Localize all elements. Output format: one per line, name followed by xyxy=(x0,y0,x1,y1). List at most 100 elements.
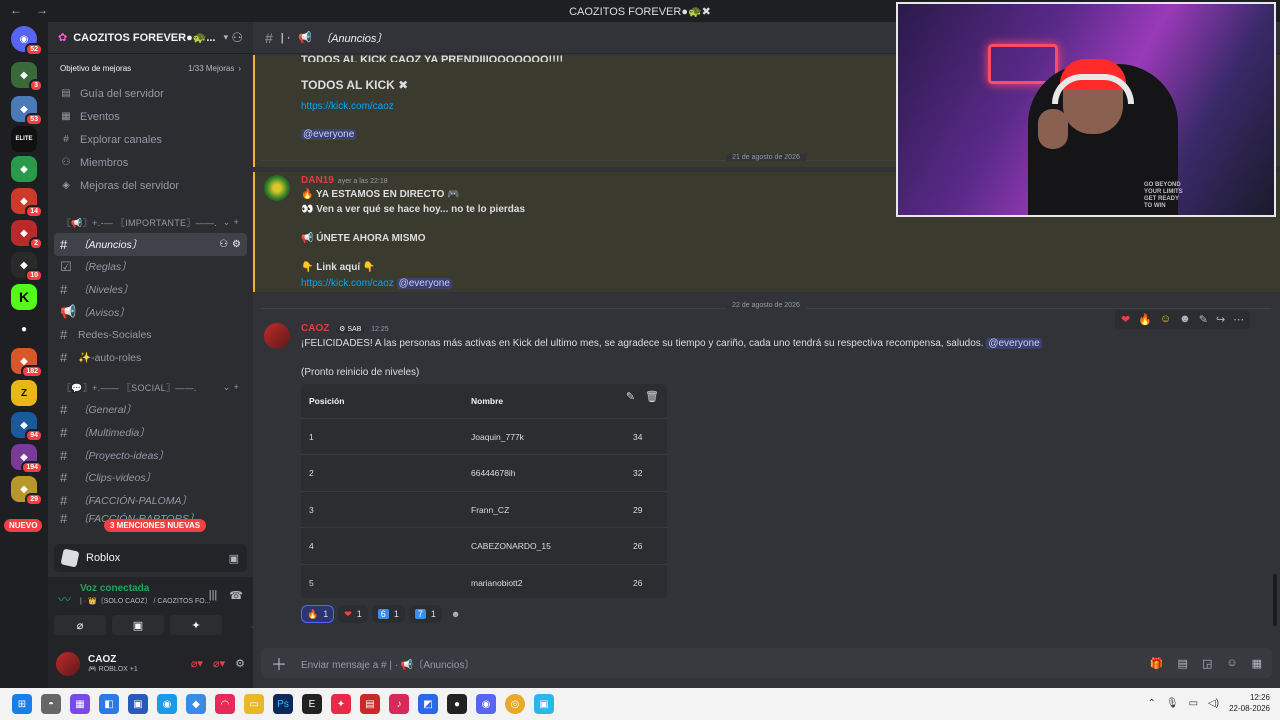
nav-members[interactable]: ⚇ Miembros xyxy=(48,151,253,174)
edit-icon[interactable]: ✎ xyxy=(1199,313,1208,326)
server-icon[interactable]: ELITE xyxy=(11,126,37,152)
channel-avisos[interactable]: 📢 〔Avisos〕 xyxy=(54,301,247,324)
screen-share-button[interactable]: ▣ xyxy=(112,615,164,635)
reaction-six[interactable]: 61 xyxy=(371,605,405,623)
kick-link[interactable]: https://kick.com/caoz xyxy=(301,278,394,289)
fire-reaction-icon[interactable]: 🔥 xyxy=(1138,313,1152,326)
mic-muted-icon[interactable]: ⌀▾ xyxy=(191,657,203,670)
sticker-icon[interactable]: ◲ xyxy=(1202,657,1212,670)
server-icon[interactable]: Z xyxy=(11,380,37,406)
forward-icon[interactable]: ↪ xyxy=(1216,313,1225,326)
file-explorer-icon[interactable]: ▭ xyxy=(244,694,264,714)
mouse-app-icon[interactable]: ◓ xyxy=(41,694,61,714)
author-name[interactable]: CAOZ xyxy=(301,323,329,334)
app-icon[interactable]: ◧ xyxy=(99,694,119,714)
category-important[interactable]: 〖📢〗+.-— 〖IMPORTANTE〗——. ⌄ + xyxy=(48,211,253,233)
channel-clips-videos[interactable]: # 〔Clips-videos〕 xyxy=(54,466,247,489)
chrome-icon[interactable]: ◎ xyxy=(505,694,525,714)
reaction-heart[interactable]: ❤ 1 xyxy=(338,605,368,623)
avatar[interactable] xyxy=(264,323,290,349)
channel-reglas[interactable]: ☑ 〔Reglas〕 xyxy=(54,256,247,279)
kick-server-icon[interactable]: K xyxy=(11,284,37,310)
server-icon[interactable]: ◆ 194 xyxy=(11,444,43,474)
volume-icon[interactable]: ◁) xyxy=(1208,698,1219,709)
add-reaction-button[interactable]: ☻ xyxy=(446,605,465,623)
more-icon[interactable]: ⋯ xyxy=(1233,313,1244,326)
github-icon[interactable]: ● xyxy=(447,694,467,714)
nav-browse-channels[interactable]: # Explorar canales xyxy=(48,128,253,151)
nav-server-boosts[interactable]: ◈ Mejoras del servidor xyxy=(48,174,253,197)
headset-app-icon[interactable]: ◠ xyxy=(215,694,235,714)
app-icon[interactable]: ◉ xyxy=(157,694,177,714)
headphones-muted-icon[interactable]: ⌀▾ xyxy=(213,657,225,670)
channel-anuncios[interactable]: # 〔Anuncios〕 ⚇ ⚙ xyxy=(54,233,247,256)
edit-icon[interactable]: ✎ xyxy=(626,390,635,403)
windows-start-icon[interactable]: ⊞ xyxy=(12,694,32,714)
add-channel-icon[interactable]: ⌄ + xyxy=(223,382,239,393)
server-icon[interactable]: ◆ 3 xyxy=(11,62,43,92)
channel-proyecto-ideas[interactable]: # 〔Proyecto-ideas〕 xyxy=(54,444,247,467)
app-icon[interactable]: ▣ xyxy=(534,694,554,714)
gift-icon[interactable]: 🎁 xyxy=(1150,657,1164,670)
invite-icon[interactable]: ⚇ xyxy=(231,30,243,46)
channel-niveles[interactable]: # 〔Niveles〕 xyxy=(54,278,247,301)
forward-arrow-icon[interactable]: → xyxy=(36,3,48,17)
gear-icon[interactable]: ⚙ xyxy=(235,657,245,670)
apps-icon[interactable]: ▦ xyxy=(1252,657,1262,670)
laugh-reaction-icon[interactable]: ☺ xyxy=(1160,313,1171,326)
server-icon[interactable]: ◆ 94 xyxy=(11,412,43,442)
server-icon[interactable]: ◆ 2 xyxy=(11,220,43,250)
trash-icon[interactable]: 🗑 xyxy=(645,390,659,403)
emoji-icon[interactable]: ☺ xyxy=(1226,657,1237,670)
server-icon[interactable]: ● xyxy=(11,316,37,342)
kick-link[interactable]: https://kick.com/caoz xyxy=(301,101,394,112)
reaction-seven[interactable]: 71 xyxy=(408,605,442,623)
category-social[interactable]: 〖💬〗+.—— 〖SOCIAL〗——. ⌄ + xyxy=(48,377,253,399)
new-mentions-pill[interactable]: 3 MENCIONES NUEVAS xyxy=(104,519,207,532)
channel-general[interactable]: # 〔General〕 xyxy=(54,399,247,422)
add-channel-icon[interactable]: ⌄ + xyxy=(223,217,239,228)
gif-icon[interactable]: ▤ xyxy=(1178,657,1188,670)
noise-suppression-icon[interactable]: ||| xyxy=(209,589,218,602)
boost-goal[interactable]: Objetivo de mejoras 1/33 Mejoras › xyxy=(56,60,245,76)
scrollbar[interactable] xyxy=(1273,574,1277,626)
app-icon[interactable]: ◆ xyxy=(186,694,206,714)
avatar[interactable] xyxy=(56,651,80,676)
channel-faccion-paloma[interactable]: # 〔FACCIÓN-PALOMA〕 xyxy=(54,489,247,512)
server-icon[interactable]: ◆ 29 xyxy=(11,476,43,506)
tiktok-icon[interactable]: ♪ xyxy=(389,694,409,714)
heart-reaction-icon[interactable]: ❤ xyxy=(1121,313,1130,326)
server-icon[interactable]: ◆ 53 xyxy=(11,96,43,126)
back-arrow-icon[interactable]: ← xyxy=(10,3,22,17)
camera-off-button[interactable]: ⌀ xyxy=(54,615,106,635)
screen-share-icon[interactable]: ▣ xyxy=(229,552,239,565)
reaction-fire[interactable]: 🔥 1 xyxy=(301,605,335,623)
avatar[interactable] xyxy=(264,175,290,201)
author-name[interactable]: DAN19 xyxy=(301,175,334,186)
nav-server-guide[interactable]: ▤ Guía del servidor xyxy=(48,82,253,105)
add-reaction-icon[interactable]: ☻ xyxy=(1179,313,1191,326)
channel-auto-roles[interactable]: # ✨-auto-roles xyxy=(54,346,247,369)
composer-placeholder[interactable]: Enviar mensaje a # | · 📢〔Anuncios〕 xyxy=(301,656,474,671)
nav-events[interactable]: ▦ Eventos xyxy=(48,105,253,128)
server-icon[interactable]: ◆ xyxy=(11,156,37,182)
clan-tag[interactable]: ⚙ SAB xyxy=(336,326,365,333)
chevron-up-icon[interactable]: ⌃ xyxy=(1148,698,1156,709)
photoshop-icon[interactable]: Ps xyxy=(273,694,293,714)
mic-icon[interactable]: 🎙 xyxy=(1166,698,1179,709)
everyone-mention[interactable]: @everyone xyxy=(396,278,452,289)
app-icon[interactable]: ✦ xyxy=(331,694,351,714)
server-icon[interactable]: ◆ 14 xyxy=(11,188,43,218)
message-composer[interactable]: ＋ Enviar mensaje a # | · 📢〔Anuncios〕 🎁 ▤… xyxy=(261,648,1272,678)
app-icon[interactable]: ▣ xyxy=(128,694,148,714)
discord-icon[interactable]: ◉ xyxy=(476,694,496,714)
epic-games-icon[interactable]: E xyxy=(302,694,322,714)
everyone-mention[interactable]: @everyone xyxy=(986,338,1042,349)
activities-button[interactable]: ✦ xyxy=(170,615,222,635)
direct-messages-icon[interactable]: ◉ 52 xyxy=(11,26,43,56)
attach-plus-icon[interactable]: ＋ xyxy=(271,651,287,675)
activity-card[interactable]: Roblox ▣ xyxy=(54,544,247,572)
everyone-mention[interactable]: @everyone xyxy=(301,129,357,140)
signal-icon[interactable]: 〰 xyxy=(58,589,71,608)
channel-multimedia[interactable]: # 〔Multimedia〕 xyxy=(54,421,247,444)
